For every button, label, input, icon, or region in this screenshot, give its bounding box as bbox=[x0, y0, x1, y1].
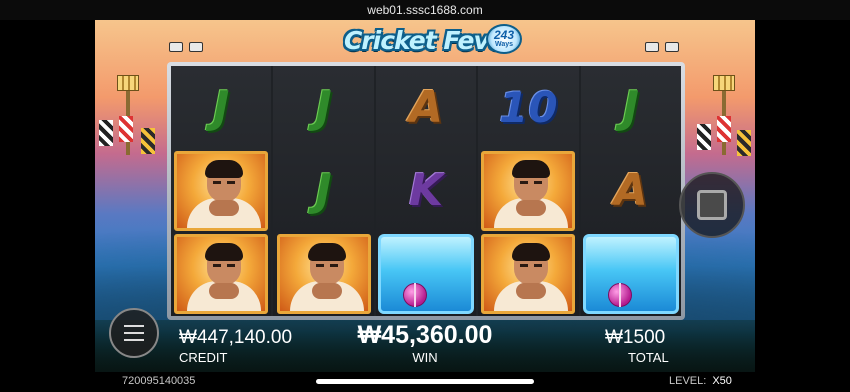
flag-icon bbox=[737, 130, 751, 156]
reel-2: JJ bbox=[273, 66, 374, 316]
game-logo: Cricket Fever 243 Ways bbox=[335, 20, 525, 60]
footer-bar: 720095140035 LEVEL: X50 bbox=[95, 372, 755, 392]
reel-cell bbox=[478, 149, 578, 232]
home-indicator[interactable] bbox=[316, 379, 534, 384]
reel-cell bbox=[478, 233, 578, 316]
symbol-a: A bbox=[613, 164, 648, 216]
reel-1: J bbox=[171, 66, 272, 316]
floodlight-icon bbox=[169, 42, 183, 52]
floodlight-icon bbox=[189, 42, 203, 52]
symbol-10: 10 bbox=[499, 82, 558, 132]
floodlight-tower-left bbox=[117, 75, 139, 155]
flag-icon bbox=[99, 120, 113, 146]
reel-cell: A bbox=[581, 149, 681, 232]
floodlight-tower-right bbox=[713, 75, 735, 155]
cricket-ball-wild-symbol bbox=[582, 234, 679, 315]
win-value: ₩45,360.00 bbox=[357, 321, 493, 349]
reel-5: JA bbox=[580, 66, 681, 316]
reel-cell: K bbox=[376, 149, 476, 232]
reel-frame: J J J A K 10 J A bbox=[167, 62, 685, 320]
credit-label: CREDIT bbox=[179, 350, 228, 365]
game-canvas: Cricket Fever 243 Ways J J J A K 10 J A ₩447,14… bbox=[95, 20, 755, 372]
total-bet-label: TOTAL bbox=[628, 350, 669, 365]
player-symbol bbox=[481, 150, 576, 231]
total-bet-value[interactable]: ₩1500 bbox=[605, 327, 665, 349]
player-symbol bbox=[276, 234, 371, 315]
reel-cell: J bbox=[171, 66, 271, 149]
reel-cell bbox=[171, 233, 271, 316]
reel-4: 10 bbox=[478, 66, 579, 316]
symbol-a: A bbox=[408, 81, 444, 133]
reel-3: AK bbox=[375, 66, 477, 316]
level-indicator: LEVEL: X50 bbox=[669, 375, 732, 387]
ways-label: Ways bbox=[494, 41, 514, 48]
floodlight-icon bbox=[665, 42, 679, 52]
flag-icon bbox=[717, 116, 731, 142]
reel-cell bbox=[171, 149, 271, 232]
level-value: X50 bbox=[712, 375, 732, 387]
win-label: WIN bbox=[412, 350, 438, 365]
menu-button[interactable] bbox=[109, 308, 159, 358]
floodlights-right bbox=[645, 42, 679, 52]
stop-square-icon bbox=[697, 190, 727, 220]
flag-icon bbox=[119, 116, 133, 142]
reel-cell: A bbox=[376, 66, 476, 149]
player-symbol bbox=[174, 234, 269, 315]
reel-cell bbox=[273, 233, 373, 316]
reel-grid: J J J A K 10 J A bbox=[171, 66, 681, 316]
reel-cell: 10 bbox=[478, 66, 578, 149]
floodlight-icon bbox=[645, 42, 659, 52]
symbol-k: K bbox=[408, 164, 444, 216]
url-text: web01.sssc1688.com bbox=[367, 3, 483, 17]
reel-cell bbox=[376, 233, 476, 316]
player-symbol bbox=[481, 234, 576, 315]
hamburger-icon bbox=[124, 325, 144, 327]
ways-badge: 243 Ways bbox=[486, 24, 522, 54]
level-label: LEVEL: bbox=[669, 375, 707, 387]
cricket-ball-wild-symbol bbox=[377, 234, 474, 315]
reel-cell: J bbox=[581, 66, 681, 149]
player-symbol bbox=[174, 150, 269, 231]
symbol-j: J bbox=[213, 81, 230, 133]
stop-button[interactable] bbox=[679, 172, 745, 238]
flag-icon bbox=[697, 124, 711, 150]
reel-cell: J bbox=[273, 66, 373, 149]
ways-number: 243 bbox=[493, 28, 515, 42]
floodlights-left bbox=[169, 42, 203, 52]
browser-url-bar[interactable]: web01.sssc1688.com bbox=[0, 0, 850, 20]
symbol-j: J bbox=[315, 164, 332, 216]
reel-cell: J bbox=[273, 149, 373, 232]
session-id: 720095140035 bbox=[122, 375, 196, 387]
flag-icon bbox=[141, 128, 155, 154]
symbol-j: J bbox=[622, 81, 639, 133]
reel-cell bbox=[581, 233, 681, 316]
symbol-j: J bbox=[315, 81, 332, 133]
credit-value: ₩447,140.00 bbox=[179, 327, 293, 348]
